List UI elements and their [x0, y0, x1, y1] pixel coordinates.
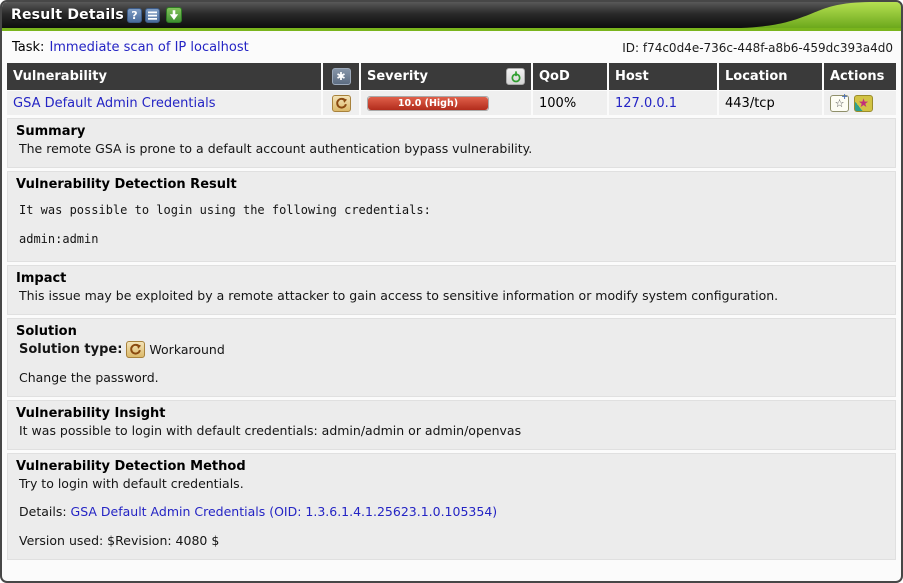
- solution-body: Change the password.: [16, 370, 887, 387]
- result-row: GSA Default Admin Credentials 10.0 (High…: [7, 91, 896, 115]
- header-severity: Severity: [361, 63, 533, 90]
- header-vulnerability: Vulnerability: [7, 63, 323, 90]
- detection-result-line1: It was possible to login using the follo…: [16, 203, 887, 217]
- page-title: Result Details: [11, 7, 124, 23]
- detection-result-heading: Vulnerability Detection Result: [16, 177, 887, 192]
- cell-host: 127.0.0.1: [609, 91, 719, 115]
- header-location: Location: [719, 63, 824, 90]
- task-label: Task:: [12, 40, 44, 55]
- workaround-icon: [332, 95, 351, 112]
- cell-vulnerability: GSA Default Admin Credentials: [7, 91, 323, 115]
- section-summary: Summary The remote GSA is prone to a def…: [7, 118, 896, 168]
- header-severity-label: Severity: [367, 69, 428, 84]
- help-icon[interactable]: ?: [127, 8, 142, 23]
- download-icon[interactable]: [166, 7, 182, 23]
- host-link[interactable]: 127.0.0.1: [615, 96, 677, 111]
- section-impact: Impact This issue may be exploited by a …: [7, 265, 896, 315]
- add-override-icon[interactable]: ★: [854, 95, 873, 112]
- add-note-icon[interactable]: ☆+: [830, 95, 849, 112]
- cell-qod: 100%: [533, 91, 609, 115]
- titlebar: Result Details ?: [2, 2, 901, 28]
- workaround-icon: [126, 341, 145, 358]
- solution-type-row: Solution type: Workaround: [16, 341, 887, 358]
- nvt-details-link[interactable]: GSA Default Admin Credentials (OID: 1.3.…: [71, 504, 498, 519]
- severity-bar: 10.0 (High): [368, 97, 488, 110]
- circular-arrow-glyph: [129, 343, 142, 356]
- cell-location: 443/tcp: [719, 91, 824, 115]
- summary-heading: Summary: [16, 124, 887, 139]
- vulnerability-link[interactable]: GSA Default Admin Credentials: [13, 96, 215, 111]
- detection-method-details: Details: GSA Default Admin Credentials (…: [16, 504, 887, 521]
- solution-type-label: Solution type:: [19, 342, 122, 357]
- header-qod: QoD: [533, 63, 609, 90]
- list-icon-glyph: [147, 10, 158, 21]
- task-bar: Task: Immediate scan of IP localhost ID:…: [2, 31, 901, 61]
- table-header-row: Vulnerability ✱ Severity QoD Host Locati…: [7, 63, 896, 90]
- circular-arrow-glyph: [335, 97, 348, 110]
- power-icon: [510, 71, 522, 83]
- summary-body: The remote GSA is prone to a default acc…: [16, 141, 887, 158]
- header-solution-type: ✱: [323, 63, 361, 90]
- green-swoosh-decoration: [741, 2, 901, 28]
- override-star-glyph: ★: [858, 97, 869, 109]
- section-solution: Solution Solution type: Workaround Chang…: [7, 318, 896, 397]
- result-id: ID: f74c0d4e-736c-448f-a8b6-459dc393a4d0: [622, 41, 893, 55]
- header-actions: Actions: [824, 63, 896, 90]
- detection-result-line2: admin:admin: [16, 232, 887, 246]
- insight-heading: Vulnerability Insight: [16, 406, 887, 421]
- severity-bar-track: 10.0 (High): [367, 96, 489, 111]
- row-actions: ☆+ ★: [830, 95, 873, 112]
- result-table: Vulnerability ✱ Severity QoD Host Locati…: [7, 63, 896, 115]
- result-details-window: Result Details ?: [0, 0, 903, 583]
- solution-type-value: Workaround: [149, 342, 224, 357]
- solution-type-icon: ✱: [332, 68, 351, 85]
- cell-severity: 10.0 (High): [361, 91, 533, 115]
- section-detection-method: Vulnerability Detection Method Try to lo…: [7, 453, 896, 561]
- header-host: Host: [609, 63, 719, 90]
- task-link[interactable]: Immediate scan of IP localhost: [49, 40, 248, 55]
- detection-method-heading: Vulnerability Detection Method: [16, 459, 887, 474]
- cell-actions: ☆+ ★: [824, 91, 896, 115]
- section-insight: Vulnerability Insight It was possible to…: [7, 400, 896, 450]
- solution-heading: Solution: [16, 324, 887, 339]
- section-detection-result: Vulnerability Detection Result It was po…: [7, 171, 896, 262]
- version-used-line: Version used: $Revision: 4080 $: [16, 533, 887, 550]
- impact-body: This issue may be exploited by a remote …: [16, 288, 887, 305]
- details-label: Details:: [19, 504, 67, 519]
- impact-heading: Impact: [16, 271, 887, 286]
- note-plus-glyph: +: [841, 93, 848, 101]
- cell-solution-type: [323, 91, 361, 115]
- insight-body: It was possible to login with default cr…: [16, 423, 887, 440]
- detection-method-body: Try to login with default credentials.: [16, 476, 887, 493]
- overrides-toggle-icon[interactable]: [506, 68, 525, 85]
- download-arrow-glyph: [168, 9, 180, 21]
- list-icon[interactable]: [145, 8, 160, 23]
